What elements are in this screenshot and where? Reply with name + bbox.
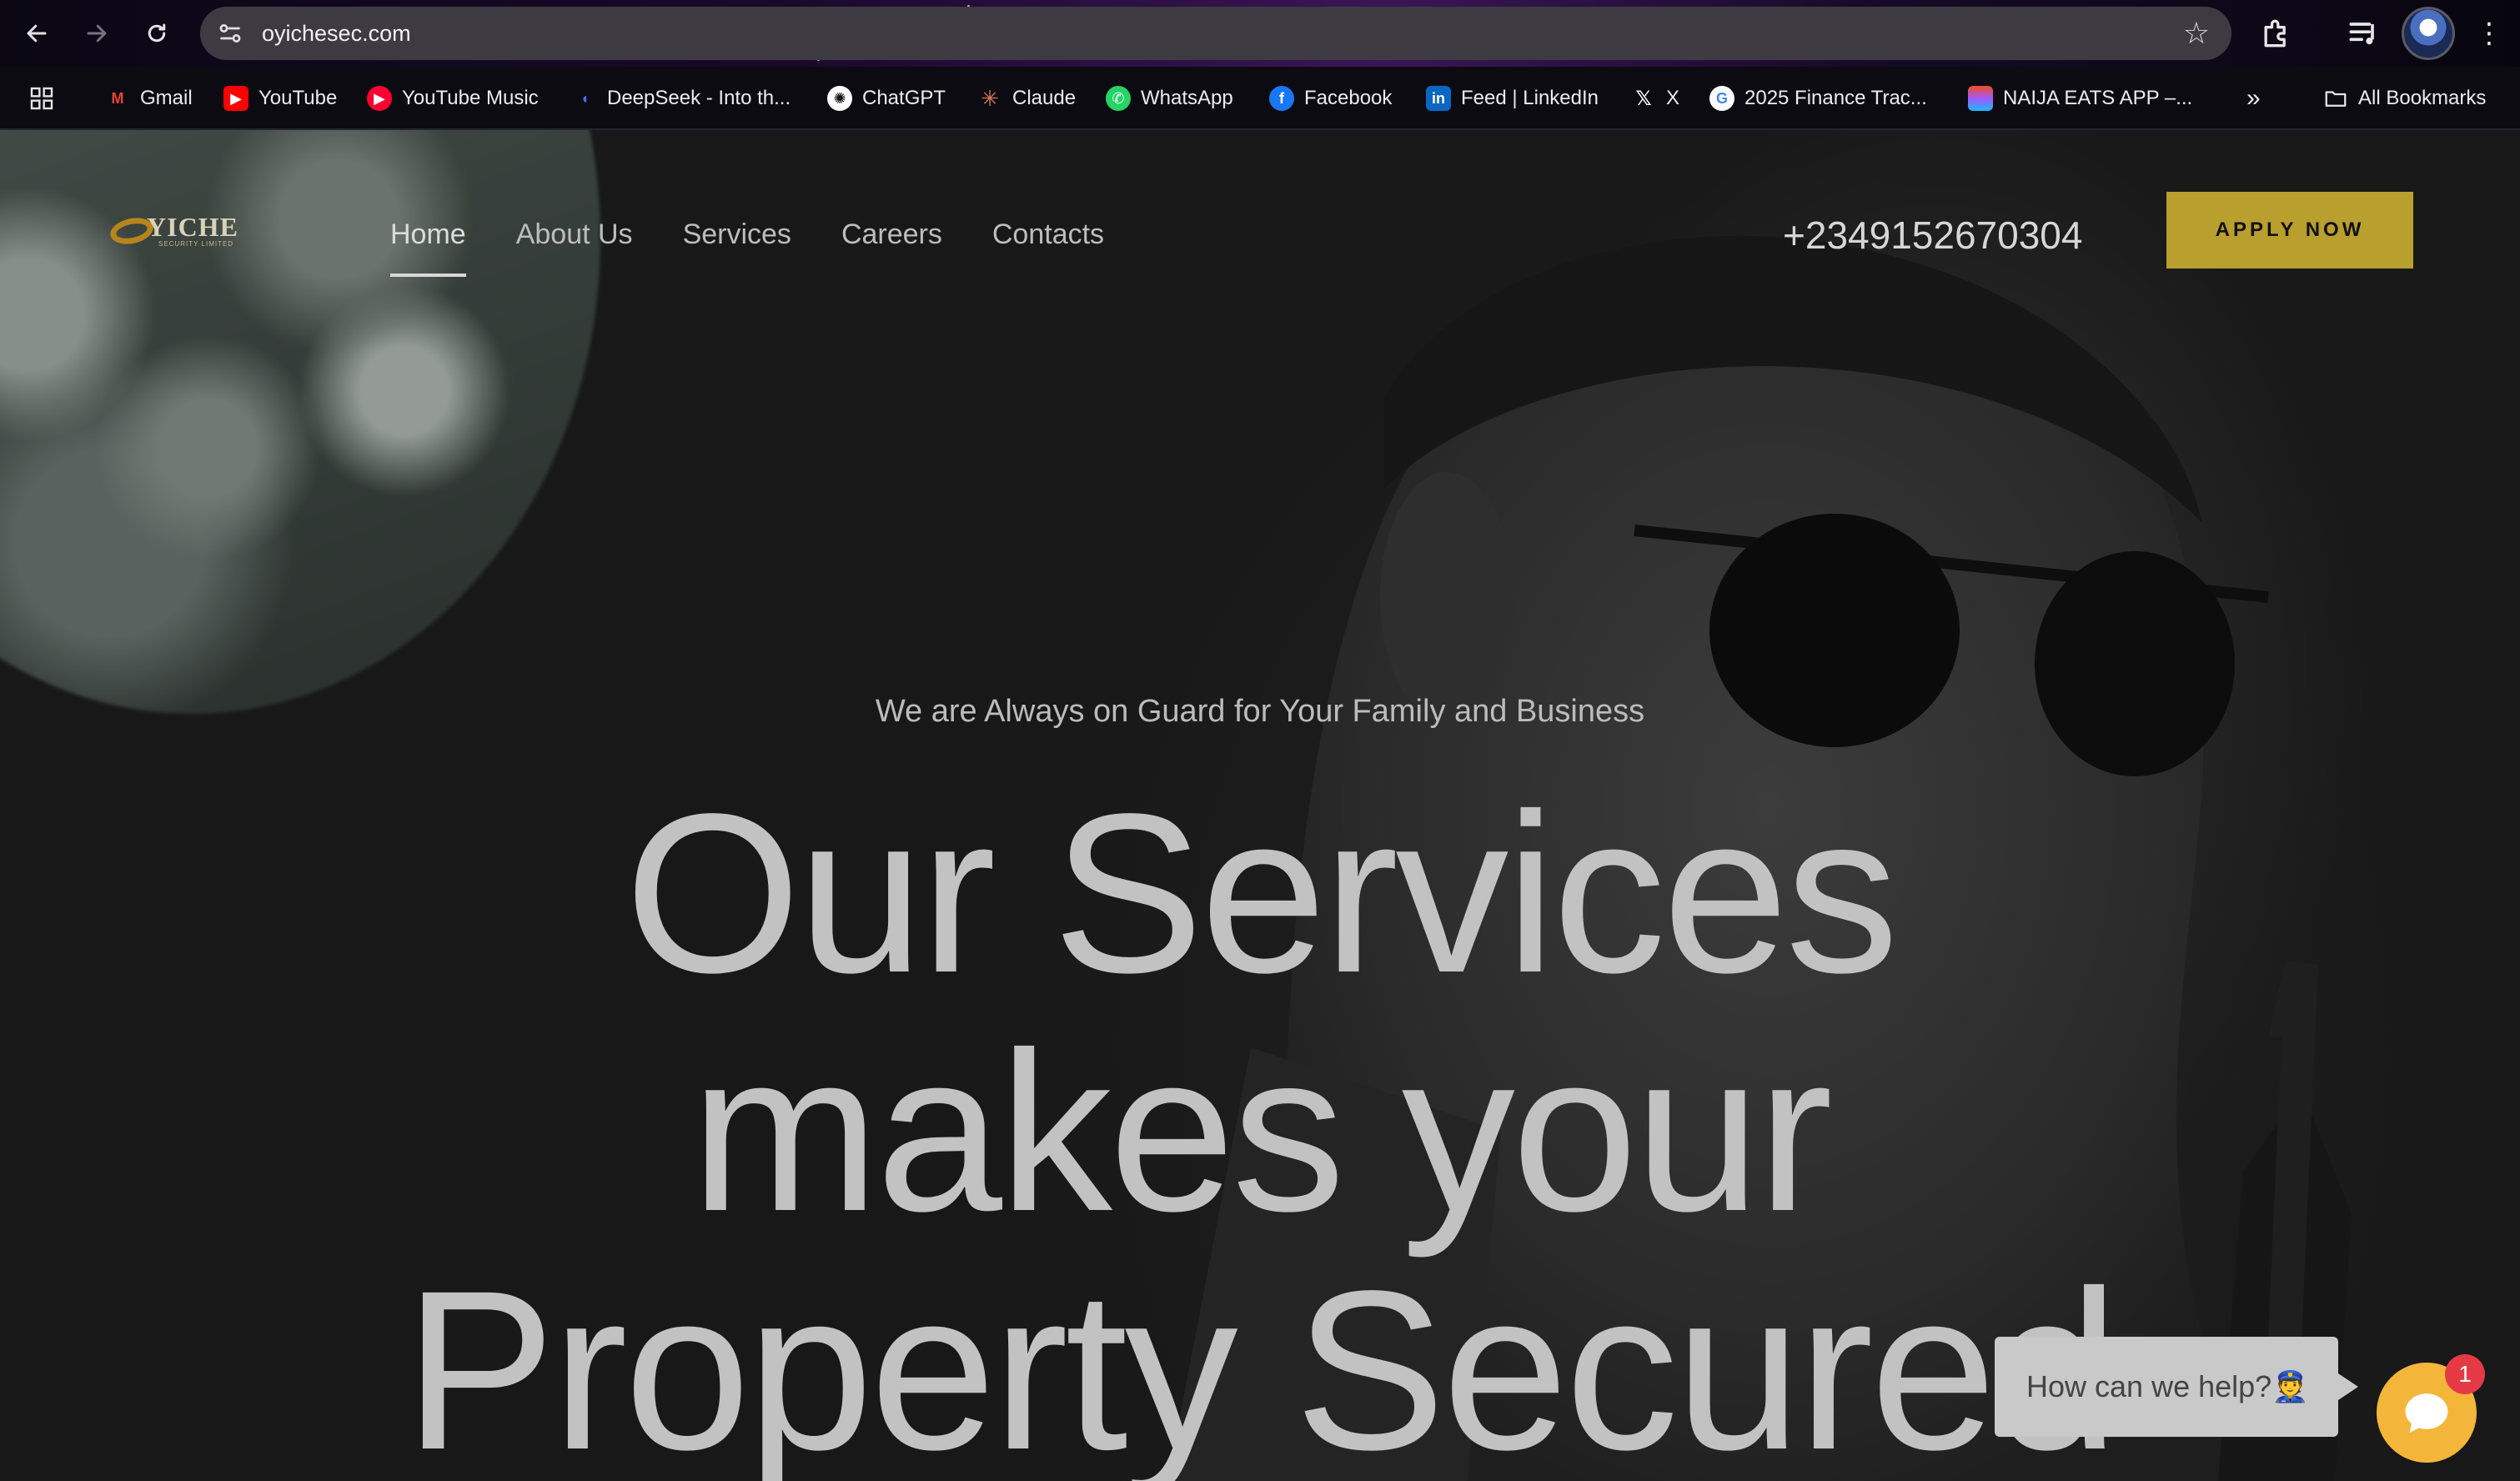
youtube-icon: ▶ — [223, 86, 248, 111]
url-text[interactable]: oyichesec.com — [262, 7, 411, 60]
linkedin-icon: in — [1426, 86, 1451, 111]
site-header: YICHE SECURITY LIMITED Home About Us Ser… — [0, 130, 2520, 330]
chatgpt-icon: ✺ — [827, 86, 852, 111]
site-info-icon[interactable] — [215, 18, 245, 48]
x-icon: 𝕏 — [1635, 87, 1652, 110]
bookmark-chatgpt[interactable]: ✺ ChatGPT — [827, 67, 946, 130]
chat-prompt-text: How can we help?👮 — [2026, 1369, 2309, 1403]
address-bar[interactable]: oyichesec.com ☆ — [200, 7, 2231, 60]
bookmark-finance-tracker[interactable]: G 2025 Finance Trac... — [1709, 67, 1927, 130]
phone-number[interactable]: +2349152670304 — [1783, 210, 2082, 260]
whatsapp-icon: ✆ — [1106, 86, 1131, 111]
chat-bubble-icon — [2405, 1393, 2448, 1433]
more-bookmarks-chevron-icon[interactable]: » — [2246, 67, 2261, 130]
nav-about-us[interactable]: About Us — [516, 213, 633, 272]
forward-button[interactable] — [77, 13, 117, 53]
bookmark-label: Facebook — [1304, 87, 1393, 109]
bookmark-label: YouTube — [259, 87, 338, 109]
browser-toolbar: oyichesec.com ☆ ⋮ — [0, 0, 2520, 67]
bookmark-label: ChatGPT — [862, 87, 946, 109]
bookmark-label: WhatsApp — [1141, 87, 1233, 109]
nav-home[interactable]: Home — [390, 213, 466, 277]
bookmark-label: 2025 Finance Trac... — [1744, 87, 1927, 109]
youtube-music-icon: ▶ — [367, 86, 392, 111]
logo-subtext: SECURITY LIMITED — [158, 240, 234, 248]
bookmark-gmail[interactable]: M Gmail — [105, 67, 193, 130]
company-logo[interactable]: YICHE SECURITY LIMITED — [108, 210, 243, 250]
bookmarks-bar: M Gmail ▶ YouTube ▶ YouTube Music ◖ Deep… — [0, 67, 2520, 130]
apply-now-button[interactable]: APPLY NOW — [2166, 192, 2413, 269]
bookmark-linkedin[interactable]: in Feed | LinkedIn — [1426, 67, 1599, 130]
hero-tagline: We are Always on Guard for Your Family a… — [875, 694, 1645, 729]
bookmark-youtube-music[interactable]: ▶ YouTube Music — [367, 67, 539, 130]
nav-contacts[interactable]: Contacts — [992, 213, 1104, 272]
browser-window: oyichesec.com ☆ ⋮ M Gmail ▶ YouTube ▶ Yo… — [0, 0, 2520, 1481]
google-icon: G — [1709, 86, 1734, 111]
bookmark-label: NAIJA EATS APP –... — [2003, 87, 2193, 109]
media-controls-icon[interactable] — [2345, 15, 2382, 52]
chat-prompt-bubble[interactable]: How can we help?👮 — [1995, 1337, 2358, 1437]
bookmark-facebook[interactable]: f Facebook — [1269, 67, 1392, 130]
main-navigation: Home About Us Services Careers Contacts — [390, 213, 1104, 277]
reload-button[interactable] — [137, 13, 177, 53]
browser-menu-icon[interactable]: ⋮ — [2475, 17, 2503, 53]
bookmark-label: DeepSeek - Into th... — [607, 87, 791, 109]
headline-line-1: Our Services — [625, 766, 1899, 1020]
gmail-icon: M — [111, 89, 124, 107]
logo-wordmark: YICHE — [147, 212, 238, 242]
bookmark-star-icon[interactable]: ☆ — [2183, 15, 2210, 52]
deepseek-icon: ◖ — [580, 89, 590, 107]
nav-careers[interactable]: Careers — [841, 213, 942, 272]
apps-grid-icon[interactable] — [28, 85, 55, 112]
bookmark-claude[interactable]: ✳ Claude — [977, 67, 1076, 130]
all-bookmarks-label: All Bookmarks — [2358, 87, 2487, 109]
nav-services[interactable]: Services — [683, 213, 791, 272]
all-bookmarks-folder[interactable]: All Bookmarks — [2323, 67, 2486, 130]
facebook-icon: f — [1269, 86, 1294, 111]
profile-avatar[interactable] — [2402, 7, 2455, 60]
arrow-left-icon — [27, 24, 47, 43]
bookmark-naija-eats[interactable]: NAIJA EATS APP –... — [1968, 67, 2192, 130]
chat-notification-badge: 1 — [2445, 1354, 2485, 1394]
folder-icon — [2325, 91, 2347, 107]
reload-icon — [148, 23, 166, 43]
back-button[interactable] — [17, 13, 57, 53]
bookmark-youtube[interactable]: ▶ YouTube — [223, 67, 337, 130]
figma-icon — [1968, 86, 1993, 111]
bookmark-label: YouTube Music — [402, 87, 539, 109]
bookmark-x[interactable]: 𝕏 X — [1631, 67, 1679, 130]
bookmark-label: Feed | LinkedIn — [1461, 87, 1599, 109]
bookmark-whatsapp[interactable]: ✆ WhatsApp — [1106, 67, 1233, 130]
headline-line-2: makes your — [690, 1005, 1833, 1258]
website-viewport: YICHE SECURITY LIMITED Home About Us Ser… — [0, 130, 2520, 1481]
extensions-puzzle-icon[interactable] — [2258, 15, 2295, 52]
arrow-right-icon — [87, 24, 107, 43]
bookmark-label: Claude — [1012, 87, 1077, 109]
bookmark-label: Gmail — [140, 87, 193, 109]
claude-icon: ✳ — [981, 85, 999, 111]
bookmark-label: X — [1666, 87, 1680, 109]
bookmark-deepseek[interactable]: ◖ DeepSeek - Into th... — [572, 67, 791, 130]
